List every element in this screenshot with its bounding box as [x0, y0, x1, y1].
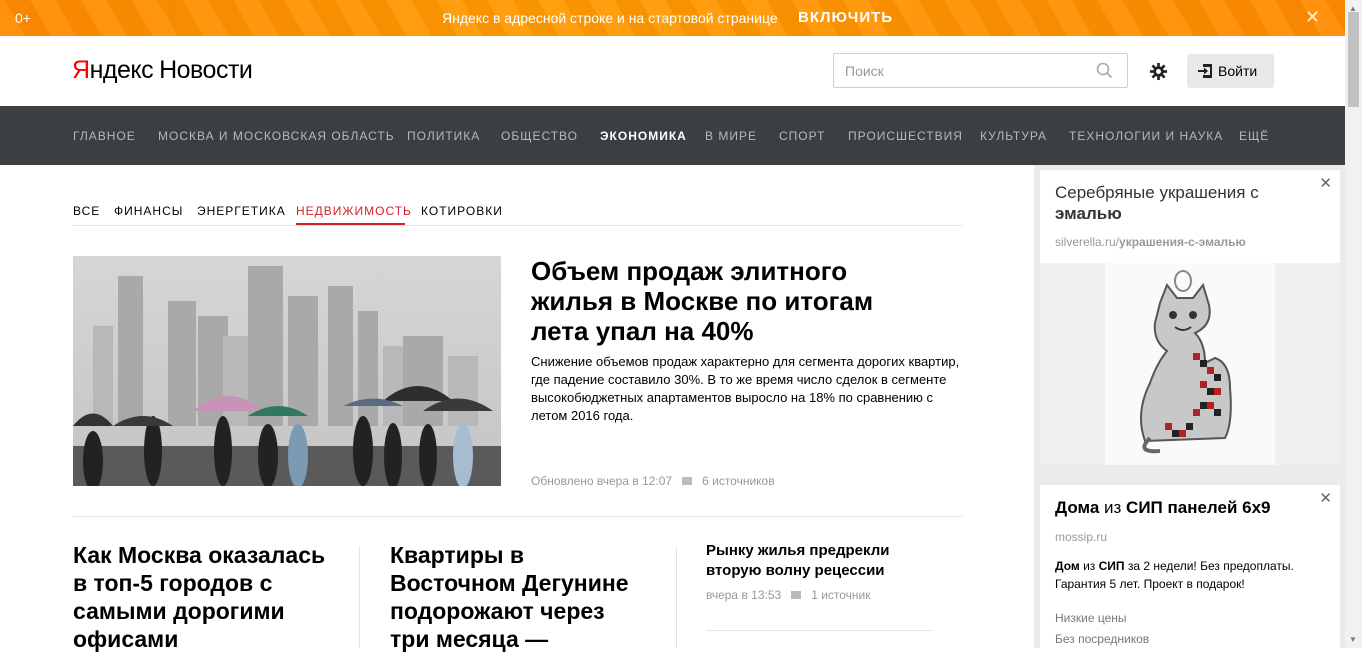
search-input[interactable] [834, 54, 1084, 87]
sources-count[interactable]: 6 источников [702, 474, 775, 488]
story-title[interactable]: Как Москва оказалась в топ-5 городов с с… [73, 541, 333, 653]
tab-quotes[interactable]: КОТИРОВКИ [421, 204, 503, 218]
sources-icon [791, 591, 802, 599]
gear-icon[interactable] [1149, 62, 1168, 81]
tab-all[interactable]: ВСЕ [73, 204, 100, 218]
login-label: Войти [1218, 63, 1258, 79]
ad-block[interactable]: ✕ Дома из СИП панелей 6х9 mossip.ru Дом … [1040, 485, 1340, 648]
city-photo-image [73, 256, 501, 486]
login-icon [1198, 64, 1212, 78]
promo-message[interactable]: Яндекс в адресной строке и на стартовой … [442, 10, 778, 26]
nav-item-culture[interactable]: КУЛЬТУРА [980, 129, 1047, 143]
updated-time: Обновлено вчера в 12:07 [531, 474, 673, 488]
nav-item-sport[interactable]: СПОРТ [779, 129, 825, 143]
logo[interactable]: Яндекс Новости [72, 56, 253, 85]
divider [706, 630, 933, 631]
nav-item-tech[interactable]: ТЕХНОЛОГИИ И НАУКА [1069, 129, 1223, 143]
scrollbar-thumb[interactable] [1348, 12, 1359, 107]
nav-item-main[interactable]: ГЛАВНОЕ [73, 129, 136, 143]
search-box [833, 53, 1128, 88]
ad-image[interactable] [1040, 263, 1340, 465]
main-story-text: Снижение объемов продаж характерно для с… [531, 354, 960, 423]
ad-domain[interactable]: silverella.ru/украшения-с-эмалью [1055, 235, 1246, 249]
nav-item-more[interactable]: ЕЩЁ [1239, 129, 1269, 143]
ad-link[interactable]: Без посредников [1055, 632, 1149, 646]
nav-item-moscow[interactable]: МОСКВА И МОСКОВСКАЯ ОБЛАСТЬ [158, 129, 395, 143]
divider [73, 516, 963, 517]
sources-count[interactable]: 1 источник [811, 588, 870, 602]
header: ЯндексНовости Войти [0, 36, 1345, 106]
nav-item-society[interactable]: ОБЩЕСТВО [501, 129, 578, 143]
ad-domain[interactable]: mossip.ru [1055, 530, 1107, 544]
search-icon[interactable] [1096, 62, 1113, 79]
jewelry-cat-image [1140, 270, 1232, 454]
promo-close-icon[interactable]: ✕ [1305, 7, 1320, 28]
age-rating: 0+ [15, 10, 31, 26]
promo-enable-button[interactable]: ВКЛЮЧИТЬ [798, 9, 893, 26]
column-divider [359, 546, 360, 648]
nav-item-incidents[interactable]: ПРОИСШЕСТВИЯ [848, 129, 963, 143]
nav-item-economy[interactable]: ЭКОНОМИКА [600, 129, 687, 143]
tab-realty[interactable]: НЕДВИЖИМОСТЬ [296, 204, 412, 218]
login-button[interactable]: Войти [1187, 54, 1274, 88]
sources-icon [682, 477, 693, 485]
ad-title[interactable]: Серебряные украшения с эмалью [1055, 182, 1305, 224]
main-story-title[interactable]: Объем продаж элитного жилья в Москве по … [531, 256, 931, 346]
category-nav: ГЛАВНОЕ МОСКВА И МОСКОВСКАЯ ОБЛАСТЬ ПОЛИ… [0, 106, 1345, 165]
ad-link[interactable]: Низкие цены [1055, 611, 1127, 625]
nav-item-world[interactable]: В МИРЕ [705, 129, 757, 143]
ad-text: Дом из СИП за 2 недели! Без предоплаты. … [1055, 559, 1294, 591]
story-meta: вчера в 13:53 1 источник [706, 588, 871, 602]
nav-item-politics[interactable]: ПОЛИТИКА [407, 129, 480, 143]
story-title[interactable]: Квартиры в Восточном Дегунине подорожают… [390, 541, 650, 653]
story-time: вчера в 13:53 [706, 588, 782, 602]
main-story-meta: Обновлено вчера в 12:07 6 источников [531, 474, 775, 488]
promo-bar: 0+ Яндекс в адресной строке и на стартов… [0, 0, 1345, 36]
ad-close-icon[interactable]: ✕ [1319, 174, 1332, 192]
tab-finance[interactable]: ФИНАНСЫ [114, 204, 183, 218]
scrollbar[interactable]: ▲ ▼ [1345, 0, 1362, 648]
story-title[interactable]: Рынку жилья предрекли вторую волну рецес… [706, 541, 926, 581]
tab-energy[interactable]: ЭНЕРГЕТИКА [197, 204, 286, 218]
main-story-photo[interactable] [73, 256, 501, 486]
ad-title[interactable]: Дома из СИП панелей 6х9 [1055, 497, 1325, 518]
scroll-down-icon[interactable]: ▼ [1349, 635, 1357, 644]
column-divider [676, 546, 677, 648]
divider [73, 225, 963, 226]
